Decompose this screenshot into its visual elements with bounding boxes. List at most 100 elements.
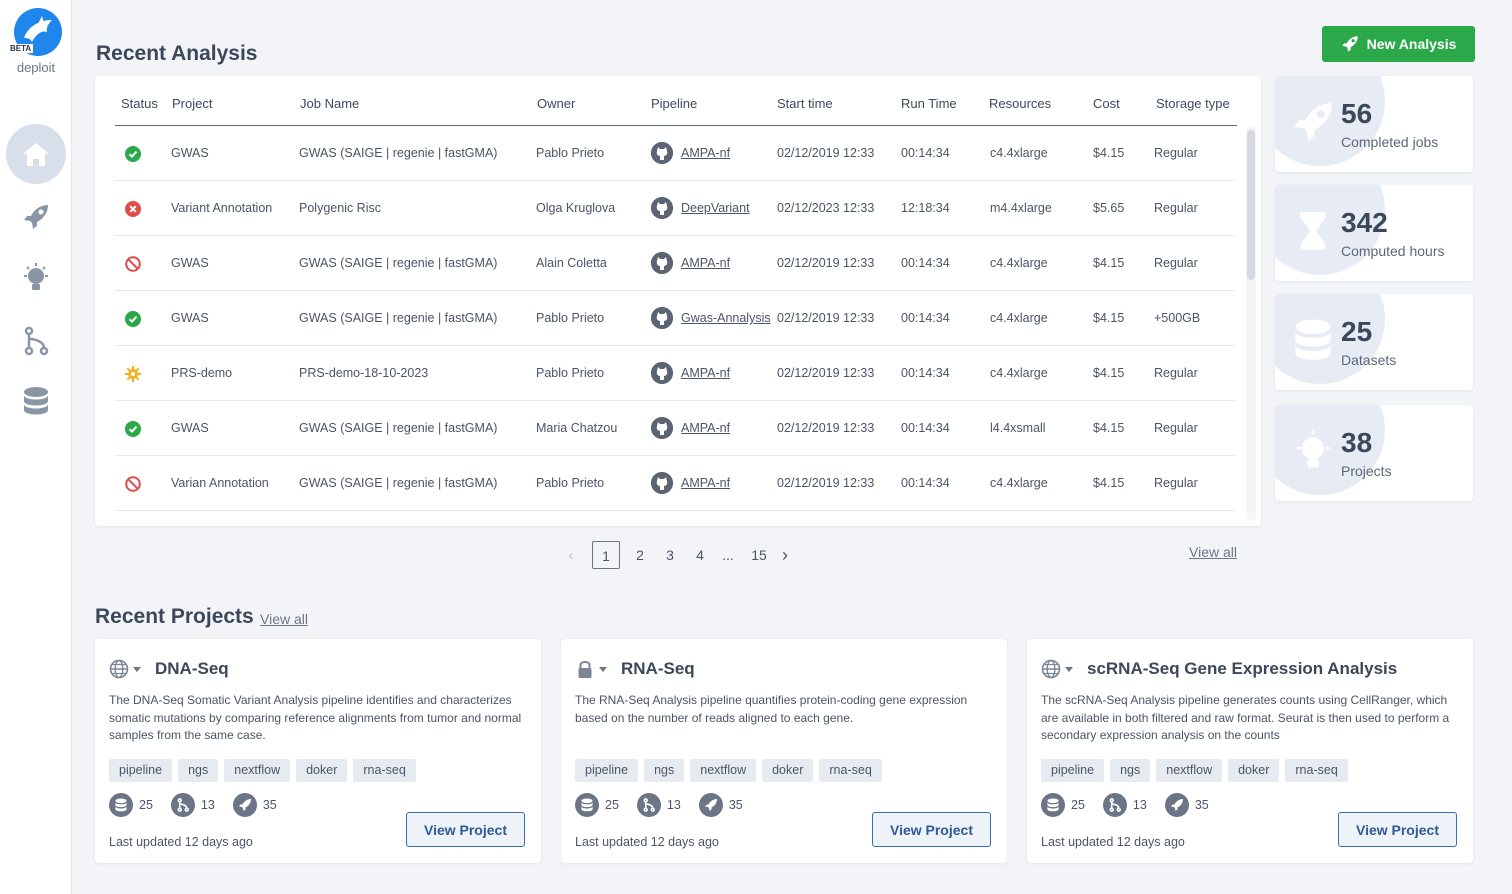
view-all-projects-link[interactable]: View all: [260, 611, 308, 627]
tag[interactable]: nextflow: [1156, 759, 1223, 782]
tag[interactable]: ngs: [644, 759, 685, 782]
project-title[interactable]: DNA-Seq: [155, 659, 229, 679]
pipeline-link[interactable]: DeepVariant: [681, 181, 750, 236]
column-header-status[interactable]: Status: [121, 96, 158, 111]
sidebar-item-pipelines[interactable]: [6, 311, 66, 371]
globe-icon[interactable]: [1041, 659, 1061, 684]
chevron-down-icon[interactable]: [599, 667, 607, 672]
project-counts: 25 13 35: [575, 793, 743, 817]
project-title[interactable]: RNA-Seq: [621, 659, 695, 679]
page-4[interactable]: 4: [692, 541, 708, 569]
column-header-project[interactable]: Project: [172, 96, 212, 111]
table-row[interactable]: GWAS GWAS (SAIGE | regenie | fastGMA) Pabl…: [115, 126, 1235, 181]
project-cell: GWAS: [171, 421, 209, 435]
owner-cell: Pablo Prieto: [536, 146, 605, 160]
pipeline-link[interactable]: AMPA-nf: [681, 456, 730, 511]
table-row[interactable]: GWAS GWAS (SAIGE | regenie | fastGMA) Mari…: [115, 401, 1235, 456]
github-icon: [651, 197, 673, 219]
page-title: Recent Analysis: [96, 42, 258, 65]
pagination: ‹ 1 2 3 4 ... 15 ›: [560, 541, 800, 569]
start-time-cell: 02/12/2019 12:33: [777, 256, 875, 270]
chevron-down-icon[interactable]: [1065, 667, 1073, 672]
globe-icon[interactable]: [109, 659, 129, 684]
page-2[interactable]: 2: [632, 541, 648, 569]
lock-icon[interactable]: [575, 659, 595, 684]
pipelines-count-value: 13: [200, 798, 215, 812]
column-header-owner[interactable]: Owner: [537, 96, 575, 111]
pipeline-link[interactable]: AMPA-nf: [681, 236, 730, 291]
stat-label: Completed jobs: [1341, 134, 1439, 150]
cost-cell: $4.15: [1093, 146, 1125, 160]
column-header-storage-type[interactable]: Storage type: [1156, 96, 1230, 111]
column-header-run-time[interactable]: Run Time: [901, 96, 957, 111]
tag[interactable]: pipeline: [1041, 759, 1105, 782]
owner-cell: Alain Coletta: [536, 256, 607, 270]
pipeline-link[interactable]: AMPA-nf: [681, 126, 730, 181]
project-card[interactable]: RNA-Seq The RNA-Seq Analysis pipeline qua…: [561, 639, 1007, 863]
sidebar-item-projects[interactable]: [6, 248, 66, 308]
tag[interactable]: rna-seq: [1285, 759, 1348, 782]
tag[interactable]: rna-seq: [819, 759, 882, 782]
pipeline-link[interactable]: AMPA-nf: [681, 346, 730, 401]
tag[interactable]: pipeline: [575, 759, 639, 782]
sidebar-item-analyses[interactable]: [6, 187, 66, 247]
project-tags: pipeline ngs nextflow doker rna-seq: [1041, 759, 1348, 782]
table-row[interactable]: GWAS GWAS (SAIGE | regenie | fastGMA) Pabl…: [115, 291, 1235, 346]
project-cell: GWAS: [171, 256, 209, 270]
next-page-icon[interactable]: ›: [778, 541, 792, 569]
tag[interactable]: pipeline: [109, 759, 173, 782]
sidebar-item-home[interactable]: [6, 124, 66, 184]
status-failed-icon: [125, 201, 141, 217]
column-header-start-time[interactable]: Start time: [777, 96, 833, 111]
page-3[interactable]: 3: [662, 541, 678, 569]
pipelines-count-value: 13: [1132, 798, 1147, 812]
column-header-cost[interactable]: Cost: [1093, 96, 1120, 111]
tag[interactable]: doker: [296, 759, 348, 782]
sidebar-item-datasets[interactable]: [6, 371, 66, 431]
jobs-count: 35: [232, 793, 277, 817]
view-all-analyses-link[interactable]: View all: [1189, 544, 1237, 560]
github-icon: [651, 307, 673, 329]
column-header-resources[interactable]: Resources: [989, 96, 1051, 111]
storage-type-cell: Regular: [1154, 476, 1198, 490]
scrollbar-thumb[interactable]: [1247, 130, 1255, 280]
pipeline-link[interactable]: AMPA-nf: [681, 401, 730, 456]
prev-page-icon[interactable]: ‹: [564, 541, 578, 569]
storage-type-cell: +500GB: [1154, 311, 1201, 325]
pipeline-branch-icon: [636, 793, 661, 817]
project-card[interactable]: scRNA-Seq Gene Expression Analysis The sc…: [1027, 639, 1473, 863]
page-1[interactable]: 1: [592, 541, 620, 569]
column-header-job-name[interactable]: Job Name: [300, 96, 359, 111]
table-row[interactable]: Variant Annotation Polygenic Risc Olga Kru…: [115, 181, 1235, 236]
status-completed-icon: [125, 421, 141, 437]
table-row[interactable]: Varian Annotation GWAS (SAIGE | regenie |…: [115, 456, 1235, 511]
rocket-icon: [698, 793, 723, 817]
page-15[interactable]: 15: [748, 541, 770, 569]
new-analysis-button[interactable]: New Analysis: [1322, 26, 1475, 62]
tag[interactable]: ngs: [178, 759, 219, 782]
project-card[interactable]: DNA-Seq The DNA-Seq Somatic Variant Analy…: [95, 639, 541, 863]
app-logo[interactable]: BETA deploit: [8, 8, 64, 78]
tag[interactable]: doker: [762, 759, 814, 782]
chevron-down-icon[interactable]: [133, 667, 141, 672]
tag[interactable]: doker: [1228, 759, 1280, 782]
status-running-icon: [125, 366, 141, 382]
table-row[interactable]: GWAS GWAS (SAIGE | regenie | fastGMA) Alai…: [115, 236, 1235, 291]
view-project-button[interactable]: View Project: [872, 812, 991, 847]
project-title[interactable]: scRNA-Seq Gene Expression Analysis: [1087, 659, 1397, 679]
start-time-cell: 02/12/2019 12:33: [777, 146, 875, 160]
project-cell: GWAS: [171, 146, 209, 160]
view-project-button[interactable]: View Project: [1338, 812, 1457, 847]
cost-cell: $4.15: [1093, 311, 1125, 325]
view-project-button[interactable]: View Project: [406, 812, 525, 847]
tag[interactable]: nextflow: [690, 759, 757, 782]
pipeline-link[interactable]: Gwas-Annalysis: [681, 291, 771, 346]
tag[interactable]: nextflow: [224, 759, 291, 782]
table-row[interactable]: PRS-demo PRS-demo-18-10-2023 Pablo Prieto 0…: [115, 346, 1235, 401]
hourglass-icon: [1291, 209, 1335, 258]
column-header-pipeline[interactable]: Pipeline: [651, 96, 697, 111]
tag[interactable]: rna-seq: [353, 759, 416, 782]
status-aborted-icon: [125, 256, 141, 272]
tag[interactable]: ngs: [1110, 759, 1151, 782]
lightbulb-icon: [1291, 429, 1335, 478]
